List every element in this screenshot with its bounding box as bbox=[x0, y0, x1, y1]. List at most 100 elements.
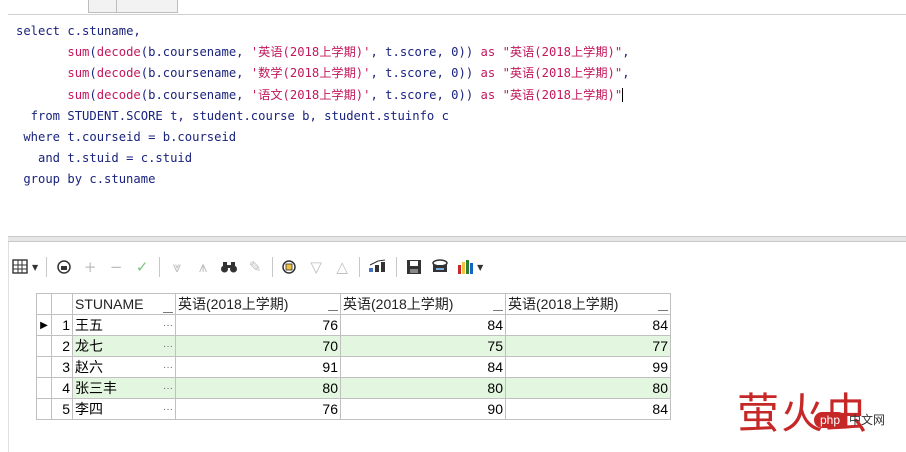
table-row[interactable]: 2 龙七 ··· 70 75 77 bbox=[36, 335, 671, 357]
code-token: (b.coursename, bbox=[140, 45, 251, 60]
code-token: as bbox=[480, 45, 496, 60]
save-icon[interactable] bbox=[405, 256, 423, 278]
grid-menu-icon[interactable]: ▼ bbox=[12, 256, 38, 278]
column-header-stuname[interactable]: STUNAME bbox=[72, 293, 176, 315]
clear-icon[interactable]: ✎ bbox=[246, 256, 264, 278]
binoculars-icon[interactable] bbox=[220, 256, 238, 278]
table-row[interactable]: 5 李四 ··· 76 90 84 bbox=[36, 398, 671, 420]
cell-score[interactable]: 80 bbox=[505, 377, 671, 399]
cell-score[interactable]: 84 bbox=[340, 314, 506, 336]
cell-stuname[interactable]: 张三丰 bbox=[72, 377, 161, 399]
code-line: select c.stuname, bbox=[16, 24, 141, 38]
table-row[interactable]: 4 张三丰 ··· 80 80 80 bbox=[36, 377, 671, 399]
code-token: "英语(2018上学期)" bbox=[502, 45, 623, 60]
cell-score[interactable]: 90 bbox=[340, 398, 506, 420]
code-token: group by bbox=[16, 172, 90, 187]
sort-down-icon[interactable]: ▽ bbox=[307, 256, 325, 278]
code-token: as bbox=[480, 66, 496, 81]
watermark-badge: php 中文网 bbox=[814, 411, 885, 428]
row-number[interactable]: 3 bbox=[51, 356, 73, 378]
code-token: '英语(2018上学期)' bbox=[250, 45, 371, 60]
sql-code[interactable]: select c.stuname, sum(decode(b.coursenam… bbox=[16, 21, 630, 191]
lock-icon[interactable] bbox=[55, 256, 73, 278]
result-grid[interactable]: STUNAME 英语(2018上学期) 英语(2018上学期) 英语(2018上… bbox=[36, 293, 671, 420]
sql-editor[interactable]: select c.stuname, sum(decode(b.coursenam… bbox=[8, 14, 906, 237]
top-strip bbox=[0, 0, 906, 14]
tab-handle-1[interactable] bbox=[88, 0, 118, 13]
code-token: , bbox=[622, 66, 630, 81]
table-row[interactable]: ▶ 1 王五 ··· 76 84 84 bbox=[36, 314, 671, 336]
grid-corner bbox=[36, 293, 52, 315]
code-token: as bbox=[480, 87, 496, 102]
column-header-english-2[interactable]: 英语(2018上学期) bbox=[340, 293, 506, 315]
row-number[interactable]: 5 bbox=[51, 398, 73, 420]
sort-up-icon[interactable]: △ bbox=[333, 256, 351, 278]
column-header-label: STUNAME bbox=[75, 295, 144, 312]
cell-score[interactable]: 75 bbox=[340, 335, 506, 357]
row-number[interactable]: 4 bbox=[51, 377, 73, 399]
code-token: "英语(2018上学期)" bbox=[502, 87, 623, 102]
code-line: sum(decode(b.coursename, '英语(2018上学期)', … bbox=[16, 45, 630, 60]
code-token: decode bbox=[96, 87, 141, 102]
toolbar-separator bbox=[159, 257, 161, 277]
cell-score[interactable]: 77 bbox=[505, 335, 671, 357]
code-token: '语文(2018上学期)' bbox=[250, 87, 371, 102]
code-token: sum bbox=[67, 66, 90, 81]
row-number[interactable]: 2 bbox=[51, 335, 73, 357]
toolbar-separator bbox=[46, 257, 48, 277]
cell-score[interactable]: 84 bbox=[505, 398, 671, 420]
cell-score[interactable]: 70 bbox=[175, 335, 341, 357]
code-token: , bbox=[622, 45, 630, 60]
cell-ellipsis-button[interactable]: ··· bbox=[161, 398, 176, 420]
tab-handle-2[interactable] bbox=[116, 0, 178, 13]
cell-ellipsis-button[interactable]: ··· bbox=[161, 356, 176, 378]
column-header-english-1[interactable]: 英语(2018上学期) bbox=[175, 293, 341, 315]
cell-score[interactable]: 80 bbox=[340, 377, 506, 399]
code-token: c.stuname bbox=[89, 172, 156, 187]
row-number[interactable]: 1 bbox=[51, 314, 73, 336]
code-token: ( bbox=[89, 45, 97, 60]
export-icon[interactable] bbox=[368, 256, 388, 278]
row-indicator bbox=[36, 398, 52, 420]
cell-score[interactable]: 84 bbox=[340, 356, 506, 378]
filter-down-icon[interactable]: ⩔ bbox=[168, 256, 186, 278]
table-row[interactable]: 3 赵六 ··· 91 84 99 bbox=[36, 356, 671, 378]
check-icon[interactable]: ✓ bbox=[133, 256, 151, 278]
result-toolbar: ▼ + − ✓ ⩔ ⩚ ✎ ▽ △ ▼ bbox=[12, 253, 483, 281]
cell-score[interactable]: 99 bbox=[505, 356, 671, 378]
column-header-label: 英语(2018上学期) bbox=[343, 296, 454, 312]
cell-ellipsis-button[interactable]: ··· bbox=[161, 377, 176, 399]
query-icon[interactable] bbox=[281, 256, 299, 278]
row-indicator bbox=[36, 377, 52, 399]
minus-icon[interactable]: − bbox=[107, 256, 125, 278]
cell-ellipsis-button[interactable]: ··· bbox=[161, 335, 176, 357]
code-token: '数学(2018上学期)' bbox=[250, 66, 371, 81]
cell-score[interactable]: 91 bbox=[175, 356, 341, 378]
cell-stuname[interactable]: 王五 bbox=[72, 314, 161, 336]
code-token: "英语(2018上学期)" bbox=[502, 66, 623, 81]
column-sort-marker bbox=[328, 304, 338, 311]
cell-score[interactable]: 80 bbox=[175, 377, 341, 399]
code-token: and bbox=[16, 151, 68, 166]
pane-splitter[interactable] bbox=[8, 236, 906, 242]
cell-score[interactable]: 76 bbox=[175, 398, 341, 420]
column-header-english-3[interactable]: 英语(2018上学期) bbox=[505, 293, 671, 315]
cell-stuname[interactable]: 李四 bbox=[72, 398, 161, 420]
code-token: t.stuid = c.stuid bbox=[67, 151, 193, 166]
print-icon[interactable] bbox=[431, 256, 449, 278]
php-badge: php bbox=[814, 411, 847, 428]
chart-icon[interactable]: ▼ bbox=[457, 256, 483, 278]
cell-score[interactable]: 84 bbox=[505, 314, 671, 336]
cell-ellipsis-button[interactable]: ··· bbox=[161, 314, 176, 336]
cell-stuname[interactable]: 龙七 bbox=[72, 335, 161, 357]
filter-all-icon[interactable]: ⩚ bbox=[194, 256, 212, 278]
cell-stuname[interactable]: 赵六 bbox=[72, 356, 161, 378]
plus-icon[interactable]: + bbox=[81, 256, 99, 278]
toolbar-separator bbox=[396, 257, 398, 277]
code-token: , t.score, 0)) bbox=[370, 66, 481, 81]
code-token: ( bbox=[89, 66, 97, 81]
cell-score[interactable]: 76 bbox=[175, 314, 341, 336]
code-line: where t.courseid = b.courseid bbox=[16, 130, 236, 144]
